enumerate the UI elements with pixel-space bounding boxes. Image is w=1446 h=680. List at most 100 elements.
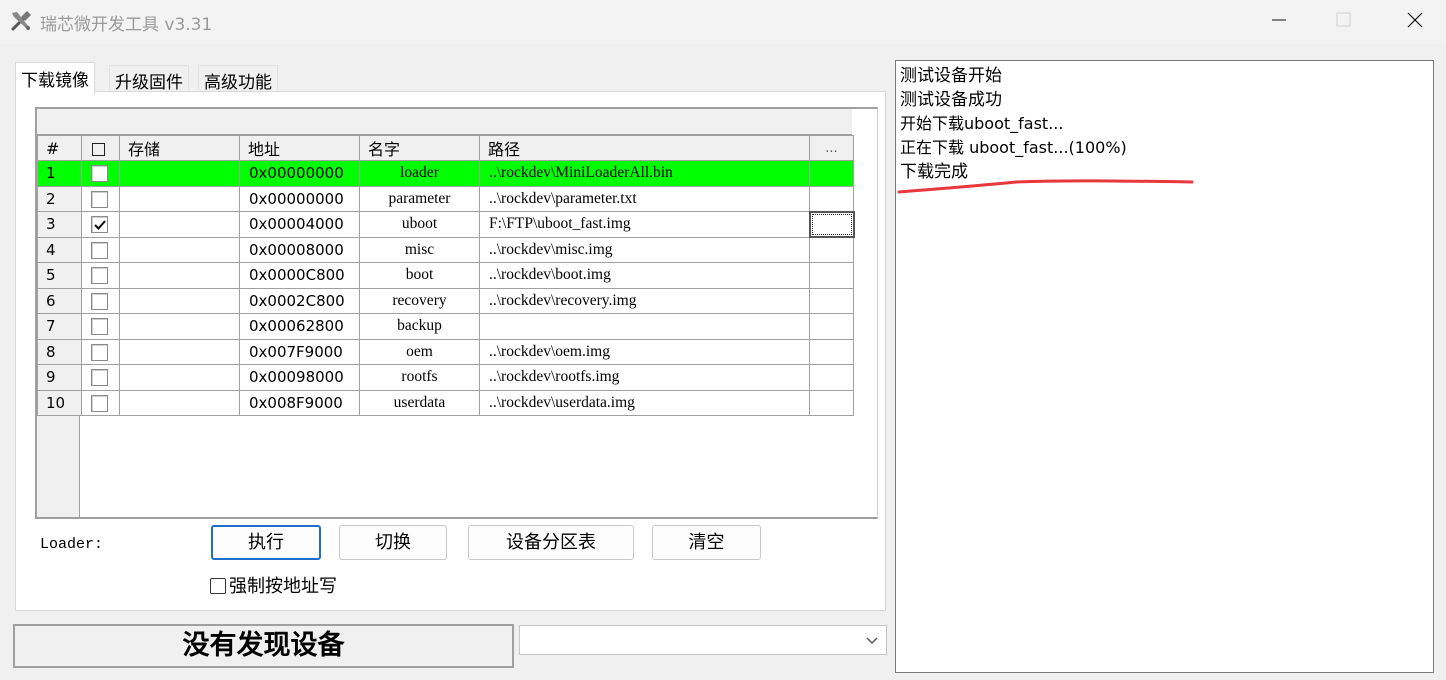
- row-browse[interactable]: [809, 364, 854, 391]
- switch-button[interactable]: 切换: [339, 525, 447, 560]
- table-row[interactable]: 10 0x008F9000 userdata ..\rockdev\userdata.…: [37, 389, 854, 416]
- row-browse[interactable]: [809, 236, 854, 263]
- row-storage[interactable]: [119, 160, 240, 187]
- row-storage[interactable]: [119, 313, 240, 340]
- row-check[interactable]: [81, 389, 120, 416]
- row-path[interactable]: ..\rockdev\userdata.img: [479, 389, 810, 416]
- row-check[interactable]: [81, 262, 120, 289]
- row-checkbox[interactable]: [91, 267, 108, 285]
- table-row[interactable]: 5 0x0000C800 boot ..\rockdev\boot.img: [37, 262, 854, 289]
- table-row[interactable]: 3 0x00004000 uboot F:\FTP\uboot_fast.img: [37, 210, 855, 238]
- row-address[interactable]: 0x007F9000: [239, 338, 360, 365]
- row-browse[interactable]: [809, 287, 854, 314]
- row-check[interactable]: [81, 364, 120, 391]
- minimize-button[interactable]: [1250, 0, 1314, 40]
- run-button[interactable]: 执行: [211, 525, 321, 560]
- row-storage[interactable]: [119, 262, 240, 289]
- row-name[interactable]: userdata: [359, 389, 480, 416]
- red-underline-annotation: [897, 179, 1194, 194]
- tab-download-image[interactable]: 下载镜像: [15, 62, 95, 94]
- row-checkbox[interactable]: [91, 394, 108, 412]
- table-row[interactable]: 7 0x00062800 backup: [37, 313, 854, 340]
- row-browse[interactable]: [809, 185, 854, 212]
- row-address[interactable]: 0x0000C800: [239, 262, 360, 289]
- row-checkbox[interactable]: [91, 241, 108, 259]
- row-check[interactable]: [81, 313, 120, 340]
- row-check[interactable]: [81, 338, 120, 365]
- device-combo[interactable]: [519, 625, 887, 655]
- row-storage[interactable]: [119, 364, 240, 391]
- header-check-all[interactable]: [81, 135, 120, 161]
- header-path: 路径: [479, 135, 810, 161]
- row-path[interactable]: ..\rockdev\oem.img: [479, 338, 810, 365]
- row-address[interactable]: 0x0002C800: [239, 287, 360, 314]
- row-name[interactable]: backup: [359, 313, 480, 340]
- row-browse[interactable]: [809, 313, 854, 340]
- row-path[interactable]: ..\rockdev\rootfs.img: [479, 364, 810, 391]
- row-storage[interactable]: [119, 338, 240, 365]
- row-checkbox[interactable]: [91, 216, 108, 234]
- table-row[interactable]: 8 0x007F9000 oem ..\rockdev\oem.img: [37, 338, 854, 365]
- row-checkbox[interactable]: [91, 165, 108, 183]
- row-checkbox[interactable]: [91, 343, 108, 361]
- row-name[interactable]: uboot: [359, 211, 480, 238]
- row-browse[interactable]: [809, 389, 854, 416]
- row-storage[interactable]: [119, 389, 240, 416]
- tab-upgrade-firmware[interactable]: 升级固件: [109, 65, 189, 93]
- clear-button[interactable]: 清空: [652, 525, 761, 560]
- table-row[interactable]: 1 0x00000000 loader ..\rockdev\MiniLoaderAl…: [37, 160, 854, 187]
- row-path[interactable]: ..\rockdev\recovery.img: [479, 287, 810, 314]
- row-address[interactable]: 0x00008000: [239, 236, 360, 263]
- tab-advanced[interactable]: 高级功能: [198, 65, 278, 93]
- row-checkbox[interactable]: [91, 292, 108, 310]
- partition-table-button[interactable]: 设备分区表: [468, 525, 634, 560]
- close-button[interactable]: [1382, 0, 1446, 40]
- row-name[interactable]: recovery: [359, 287, 480, 314]
- row-name[interactable]: oem: [359, 338, 480, 365]
- row-address[interactable]: 0x008F9000: [239, 389, 360, 416]
- row-name[interactable]: loader: [359, 160, 480, 187]
- table-row[interactable]: 2 0x00000000 parameter ..\rockdev\parameter…: [37, 185, 854, 212]
- row-storage[interactable]: [119, 287, 240, 314]
- row-check[interactable]: [81, 160, 120, 187]
- row-browse[interactable]: [809, 338, 854, 365]
- row-path[interactable]: [479, 313, 810, 340]
- row-check[interactable]: [81, 236, 120, 263]
- log-panel[interactable]: 测试设备开始 测试设备成功 开始下载uboot_fast... 正在下载 ubo…: [895, 60, 1434, 673]
- row-name[interactable]: misc: [359, 236, 480, 263]
- row-browse[interactable]: [808, 210, 855, 238]
- row-address[interactable]: 0x00000000: [239, 185, 360, 212]
- row-storage[interactable]: [119, 211, 240, 238]
- table-row[interactable]: 4 0x00008000 misc ..\rockdev\misc.img: [37, 236, 854, 263]
- force-address-write-checkbox[interactable]: 强制按地址写: [210, 572, 337, 598]
- maximize-button[interactable]: [1312, 0, 1376, 40]
- chevron-down-icon: [866, 637, 878, 645]
- check-all-box[interactable]: [92, 142, 105, 156]
- row-address[interactable]: 0x00004000: [239, 211, 360, 238]
- row-browse[interactable]: [809, 262, 854, 289]
- row-address[interactable]: 0x00098000: [239, 364, 360, 391]
- row-name[interactable]: rootfs: [359, 364, 480, 391]
- row-name[interactable]: parameter: [359, 185, 480, 212]
- row-checkbox[interactable]: [91, 190, 108, 208]
- row-browse[interactable]: [809, 160, 854, 187]
- row-path[interactable]: ..\rockdev\parameter.txt: [479, 185, 810, 212]
- row-checkbox[interactable]: [91, 369, 108, 387]
- row-address[interactable]: 0x00000000: [239, 160, 360, 187]
- row-path[interactable]: ..\rockdev\MiniLoaderAll.bin: [479, 160, 810, 187]
- row-check[interactable]: [81, 211, 120, 238]
- force-address-write-box[interactable]: [210, 578, 226, 594]
- table-row[interactable]: 9 0x00098000 rootfs ..\rockdev\rootfs.img: [37, 364, 854, 391]
- row-check[interactable]: [81, 287, 120, 314]
- close-icon: [1407, 12, 1423, 28]
- row-name[interactable]: boot: [359, 262, 480, 289]
- row-storage[interactable]: [119, 185, 240, 212]
- row-path[interactable]: F:\FTP\uboot_fast.img: [479, 211, 810, 238]
- row-storage[interactable]: [119, 236, 240, 263]
- row-checkbox[interactable]: [91, 318, 108, 336]
- row-path[interactable]: ..\rockdev\misc.img: [479, 236, 810, 263]
- row-address[interactable]: 0x00062800: [239, 313, 360, 340]
- row-path[interactable]: ..\rockdev\boot.img: [479, 262, 810, 289]
- row-check[interactable]: [81, 185, 120, 212]
- table-row[interactable]: 6 0x0002C800 recovery ..\rockdev\recovery.i…: [37, 287, 854, 314]
